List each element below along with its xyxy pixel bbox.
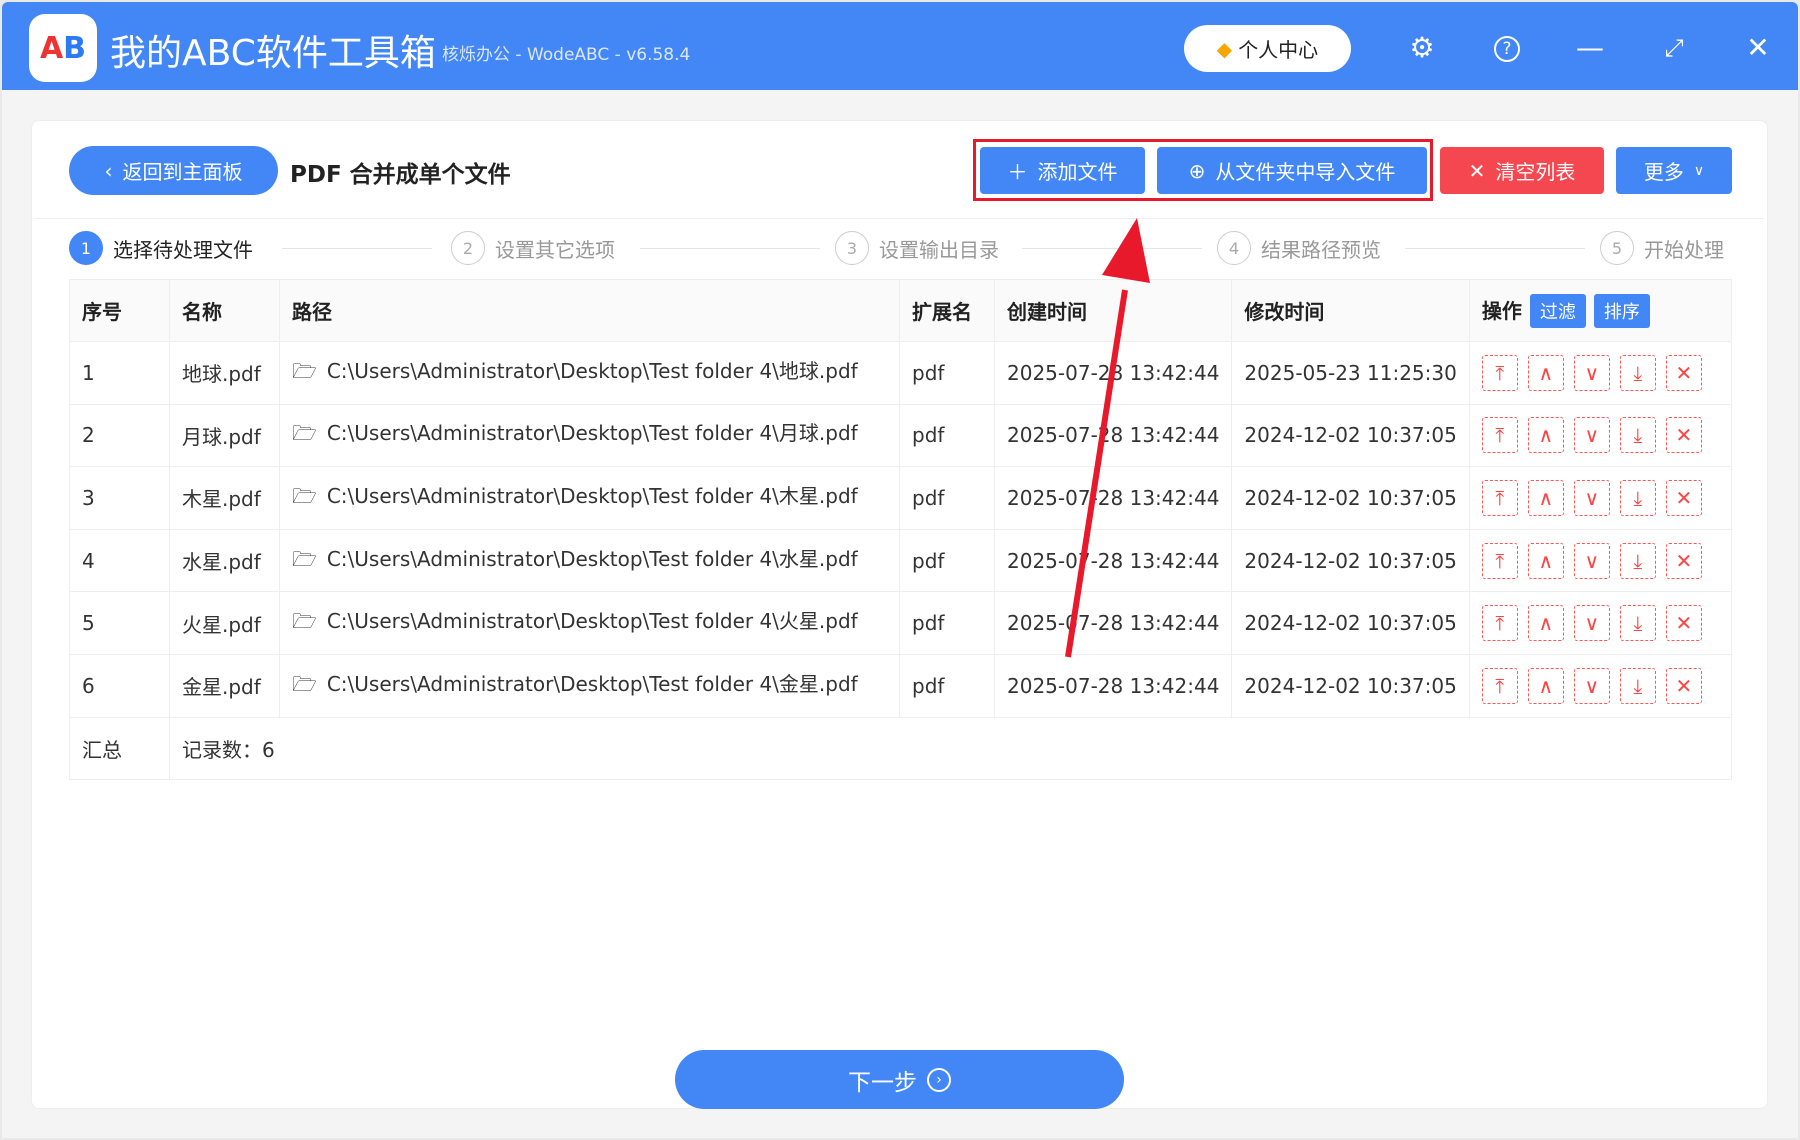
annotation-arrow — [1065, 218, 1150, 658]
arrow-head — [1102, 218, 1150, 283]
arrow-shaft — [1065, 289, 1128, 658]
